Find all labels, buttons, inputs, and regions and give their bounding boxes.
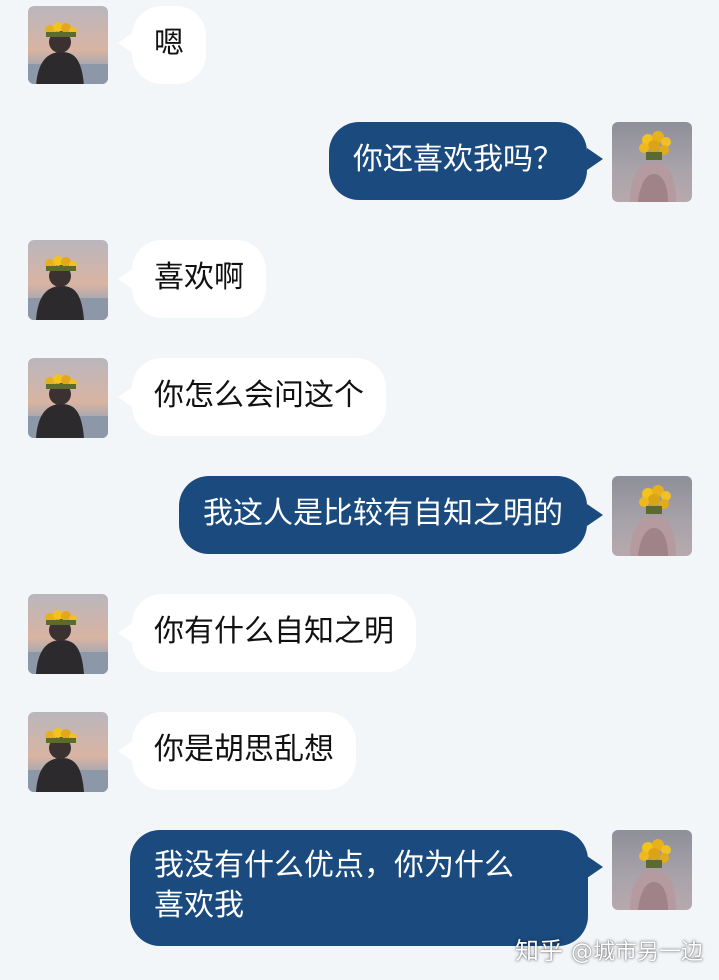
incoming-message-bubble[interactable]: 喜欢啊 (132, 240, 266, 318)
contact-avatar-image (28, 240, 108, 320)
self-avatar-image (612, 476, 692, 556)
contact-avatar-image (28, 6, 108, 84)
contact-avatar[interactable] (28, 240, 108, 320)
outgoing-message-bubble[interactable]: 我这人是比较有自知之明的 (179, 476, 587, 554)
message-text: 你还喜欢我吗？ (353, 142, 563, 177)
incoming-message-bubble[interactable]: 嗯 (132, 6, 206, 84)
contact-avatar[interactable] (28, 6, 108, 84)
self-avatar[interactable] (612, 122, 692, 202)
contact-avatar-image (28, 594, 108, 674)
message-text: 嗯 (154, 26, 184, 61)
contact-avatar[interactable] (28, 712, 108, 792)
self-avatar[interactable] (612, 476, 692, 556)
message-text: 你有什么自知之明 (154, 614, 394, 649)
incoming-message-bubble[interactable]: 你有什么自知之明 (132, 594, 416, 672)
incoming-message-bubble[interactable]: 你是胡思乱想 (132, 712, 356, 790)
watermark-handle: @城市另一边 (570, 940, 703, 965)
watermark: 知乎 @城市另一边 (515, 931, 703, 966)
self-avatar[interactable] (612, 830, 692, 910)
self-avatar-image (612, 122, 692, 202)
message-text: 喜欢啊 (154, 260, 244, 295)
incoming-message-bubble[interactable]: 你怎么会问这个 (132, 358, 386, 436)
watermark-logo: 知乎 (514, 937, 563, 965)
contact-avatar[interactable] (28, 594, 108, 674)
message-text-line: 我没有什么优点，你为什么 (154, 848, 514, 883)
message-text: 我这人是比较有自知之明的 (203, 496, 563, 531)
message-text: 你是胡思乱想 (154, 732, 334, 767)
contact-avatar-image (28, 712, 108, 792)
message-text-line: 喜欢我 (154, 888, 244, 923)
outgoing-message-bubble[interactable]: 我没有什么优点，你为什么 喜欢我 (130, 830, 588, 946)
outgoing-message-bubble[interactable]: 你还喜欢我吗？ (329, 122, 587, 200)
contact-avatar-image (28, 358, 108, 438)
contact-avatar[interactable] (28, 358, 108, 438)
self-avatar-image (612, 830, 692, 910)
message-text: 你怎么会问这个 (154, 378, 364, 413)
